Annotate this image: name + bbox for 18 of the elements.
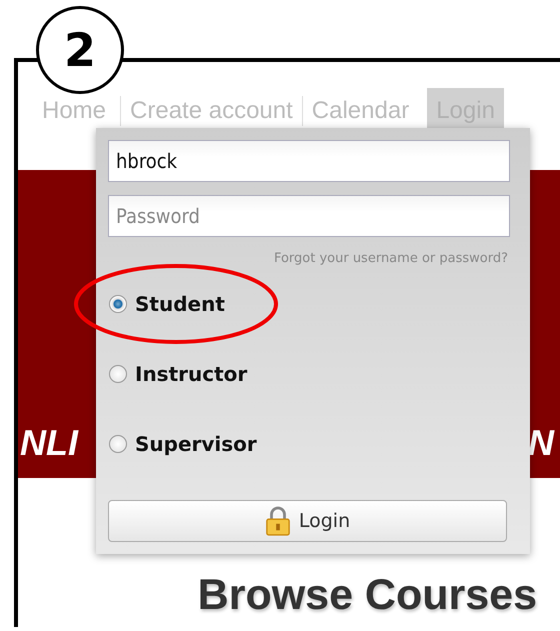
padlock-icon bbox=[264, 506, 291, 536]
radio-button[interactable] bbox=[109, 435, 127, 453]
nav-link[interactable]: Calendar bbox=[302, 96, 418, 126]
role-label: Instructor bbox=[135, 362, 248, 386]
banner-title: NLI bbox=[20, 421, 78, 465]
role-label: Student bbox=[135, 292, 225, 316]
forgot-link[interactable]: Forgot your username or password? bbox=[274, 249, 508, 269]
username-field[interactable]: hbrock bbox=[108, 140, 510, 182]
step-badge: 2 bbox=[36, 6, 124, 94]
nav-link[interactable]: Home bbox=[33, 96, 120, 126]
radio-button[interactable] bbox=[109, 365, 127, 383]
radio-button[interactable] bbox=[109, 295, 127, 313]
password-field[interactable]: Password bbox=[108, 195, 510, 237]
banner-title: N bbox=[528, 421, 556, 465]
page-heading: Browse Courses bbox=[196, 570, 538, 620]
role-label: Supervisor bbox=[135, 432, 257, 456]
nav-link[interactable]: Create account bbox=[120, 96, 302, 126]
login-button[interactable]: Login bbox=[108, 500, 507, 542]
